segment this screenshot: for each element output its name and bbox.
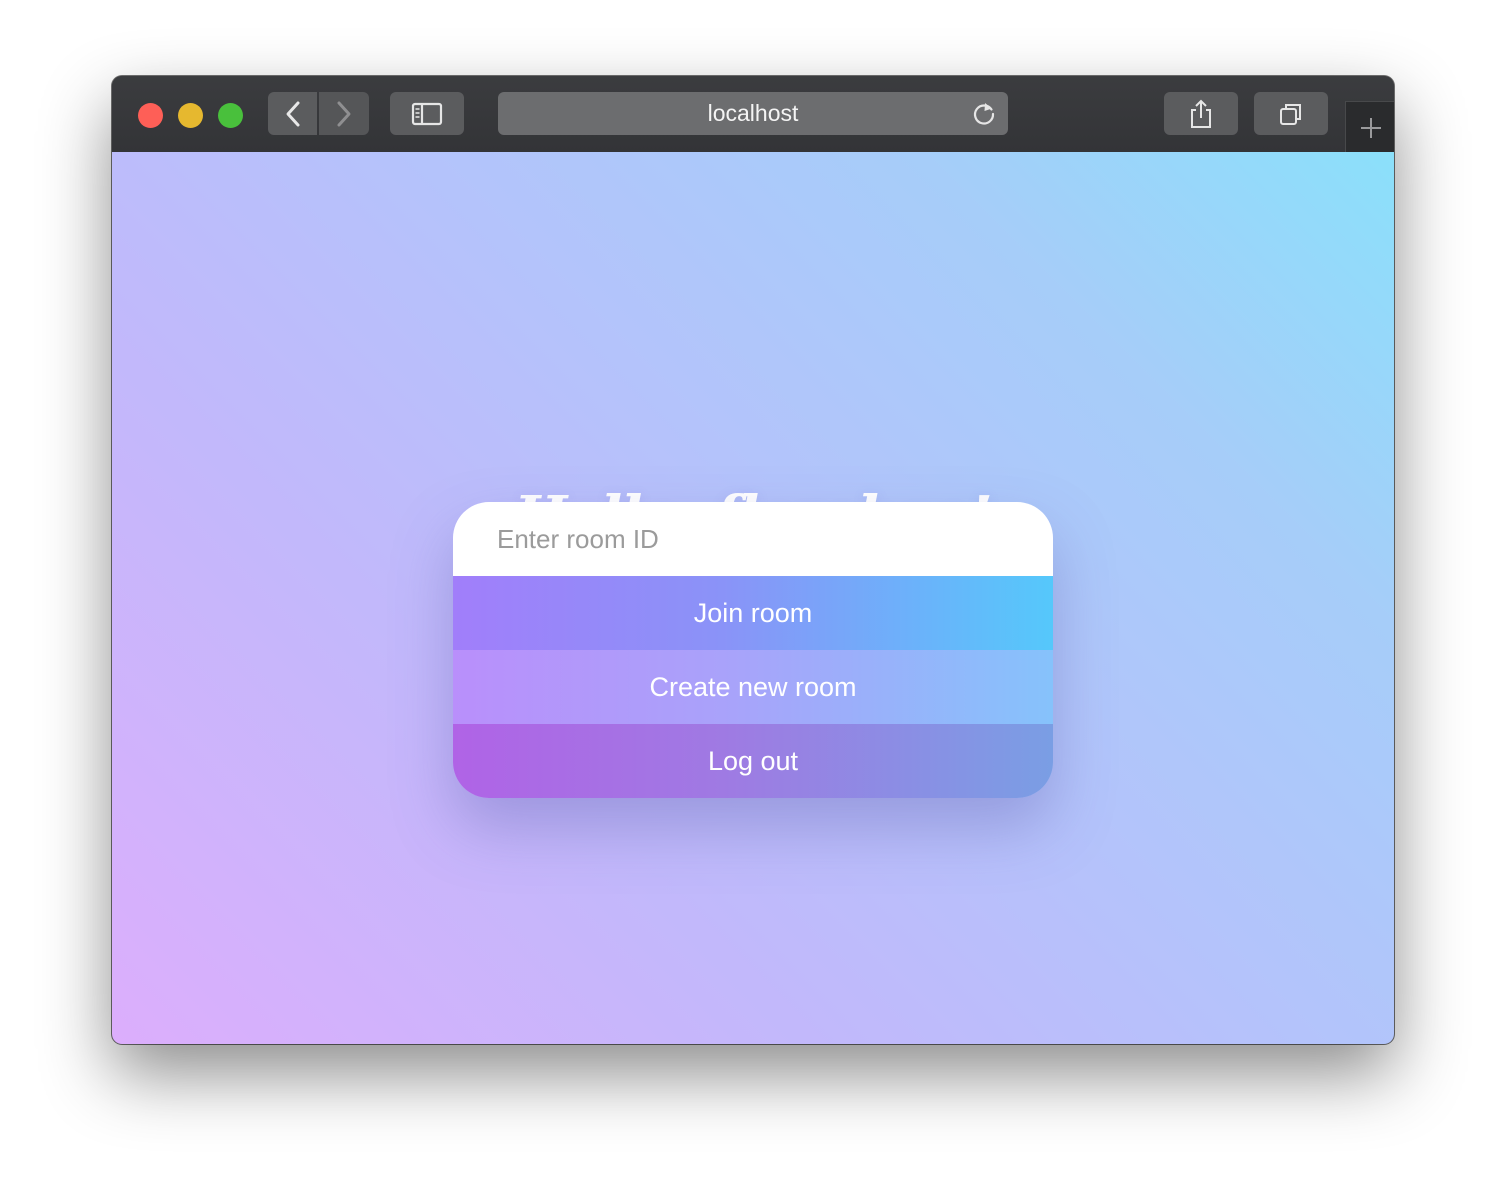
forward-button[interactable]: [319, 92, 369, 135]
address-bar[interactable]: localhost: [498, 92, 1008, 135]
sidebar-toggle-button[interactable]: [390, 92, 464, 135]
new-tab-button[interactable]: [1345, 101, 1394, 153]
logout-button[interactable]: Log out: [453, 724, 1053, 798]
share-button[interactable]: [1164, 92, 1238, 135]
zoom-window-button[interactable]: [218, 103, 243, 128]
create-room-button[interactable]: Create new room: [453, 650, 1053, 724]
show-tabs-button[interactable]: [1254, 92, 1328, 135]
browser-toolbar: localhost: [112, 76, 1394, 153]
plus-icon: [1360, 117, 1381, 138]
tabs-icon: [1280, 103, 1301, 125]
room-card: Join room Create new room Log out: [453, 502, 1053, 798]
close-window-button[interactable]: [138, 103, 163, 128]
address-url: localhost: [707, 100, 799, 126]
sidebar-icon: [411, 102, 443, 125]
join-room-button[interactable]: Join room: [453, 576, 1053, 650]
forward-chevron-icon: [337, 101, 351, 126]
back-button[interactable]: [268, 92, 317, 135]
back-chevron-icon: [286, 101, 299, 126]
page-content: Hello, flerokoo! Join room Create new ro…: [112, 152, 1394, 1044]
share-icon: [1191, 99, 1211, 128]
reload-icon[interactable]: [970, 100, 998, 128]
minimize-window-button[interactable]: [178, 103, 203, 128]
browser-window: localhost Hello: [112, 76, 1394, 1044]
room-id-input[interactable]: [453, 502, 1053, 576]
